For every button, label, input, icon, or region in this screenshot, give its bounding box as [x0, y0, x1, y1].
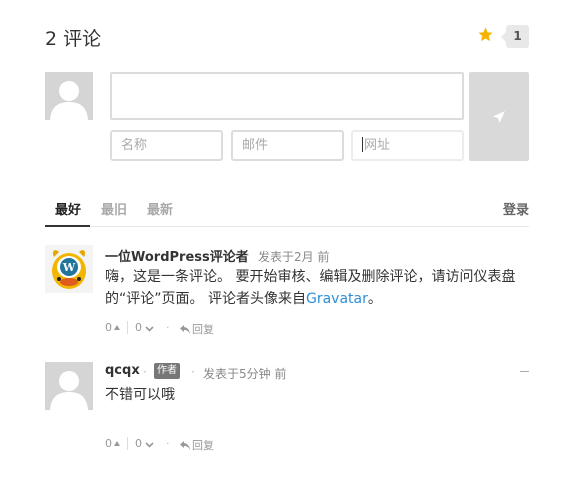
email-placeholder: 邮件	[242, 138, 269, 153]
divider	[127, 321, 128, 334]
tab-newest[interactable]: 最新	[147, 199, 173, 218]
reply-button[interactable]: 回复	[180, 321, 214, 337]
comment-time[interactable]: 发表于5分钟 前	[203, 365, 286, 382]
actions-separator: ·	[166, 437, 170, 450]
email-field[interactable]: 邮件	[231, 130, 344, 161]
comments-header: 2 评论 1	[45, 22, 529, 52]
tab-best[interactable]: 最好	[44, 199, 91, 227]
upvote-count: 0	[105, 321, 112, 334]
submit-button[interactable]	[469, 72, 529, 161]
rating-count-badge: 1	[501, 25, 529, 48]
reply-icon	[180, 441, 190, 450]
svg-text:W: W	[62, 261, 76, 274]
downvote-button[interactable]: 0	[135, 437, 154, 450]
user-placeholder-icon	[45, 362, 93, 410]
reply-button[interactable]: 回复	[180, 437, 214, 453]
downvote-count: 0	[135, 437, 142, 450]
arrow-up-icon	[114, 441, 120, 446]
name-placeholder: 名称	[121, 138, 148, 153]
upvote-button[interactable]: 0	[105, 437, 120, 450]
comment-actions: 0 0 · 回复	[105, 321, 235, 337]
comments-title: 2 评论	[45, 28, 102, 50]
send-icon	[493, 111, 505, 123]
avatar	[45, 362, 93, 410]
comment-textarea[interactable]	[110, 72, 464, 120]
sort-tabs: 最好 最旧 最新 登录	[44, 195, 529, 227]
name-field[interactable]: 名称	[110, 130, 223, 161]
avatar	[45, 72, 93, 120]
comment-author[interactable]: 一位WordPress评论者	[105, 246, 249, 265]
collapse-button[interactable]	[520, 371, 529, 372]
url-field[interactable]: 网址	[351, 130, 464, 161]
comment-body: 不错可以哦	[105, 387, 175, 403]
actions-separator: ·	[166, 321, 170, 334]
downvote-button[interactable]: 0	[135, 321, 154, 334]
comment-time[interactable]: 发表于2月 前	[258, 248, 329, 265]
author-badge: 作者	[154, 363, 180, 379]
comment-actions: 0 0 · 回复	[105, 437, 235, 453]
wapuu-avatar-icon: W	[45, 245, 93, 293]
url-placeholder: 网址	[364, 138, 391, 153]
avatar: W	[45, 245, 93, 293]
meta-separator: ·	[246, 248, 250, 262]
downvote-count: 0	[135, 321, 142, 334]
chevron-down-icon	[145, 326, 154, 332]
star-icon[interactable]	[477, 26, 495, 44]
chevron-down-icon	[145, 442, 154, 448]
meta-separator: ·	[143, 365, 147, 379]
text-caret	[362, 137, 363, 152]
comment-author[interactable]: qcqx	[105, 363, 140, 378]
comment-body: 嗨，这是一条评论。 要开始审核、编辑及删除评论，请访问仪表盘的“评论”页面。 评…	[105, 266, 531, 310]
user-placeholder-icon	[45, 72, 93, 120]
login-link[interactable]: 登录	[503, 199, 529, 218]
reply-icon	[180, 325, 190, 334]
upvote-button[interactable]: 0	[105, 321, 120, 334]
meta-separator: ·	[191, 365, 195, 379]
reply-label: 回复	[192, 439, 214, 452]
tab-oldest[interactable]: 最旧	[101, 199, 127, 218]
upvote-count: 0	[105, 437, 112, 450]
comment-text-end: 。	[367, 291, 382, 307]
divider	[127, 437, 128, 450]
arrow-up-icon	[114, 325, 120, 330]
gravatar-link[interactable]: Gravatar	[306, 291, 368, 307]
reply-label: 回复	[192, 323, 214, 336]
